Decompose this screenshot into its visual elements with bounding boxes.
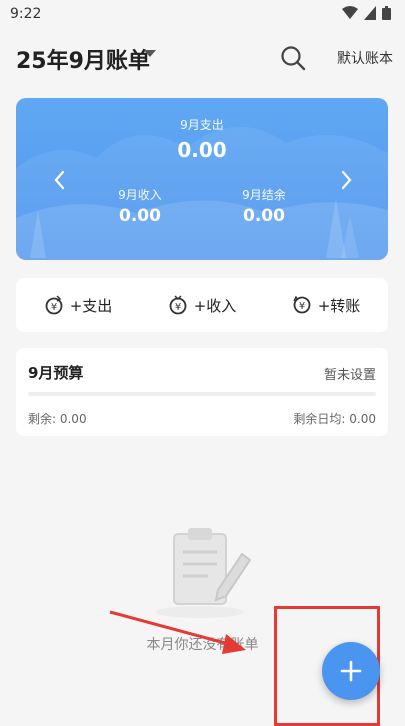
add-income-button[interactable]: ¥ +收入 — [168, 295, 237, 316]
add-bill-button[interactable] — [322, 642, 380, 700]
status-time: 9:22 — [10, 6, 42, 22]
svg-text:¥: ¥ — [51, 302, 57, 313]
add-expense-label: +支出 — [69, 296, 113, 315]
ledger-selector[interactable]: 默认账本 — [337, 48, 393, 68]
budget-setting-link[interactable]: 暂未设置 — [324, 364, 376, 383]
income-label: 9月收入 — [118, 188, 162, 202]
status-icons — [342, 6, 391, 20]
budget-card[interactable]: 9月预算 暂未设置 剩余: 0.00 剩余日均: 0.00 — [16, 348, 388, 436]
annotation-arrow — [109, 610, 246, 654]
add-transfer-button[interactable]: ¥ +转账 — [292, 295, 361, 316]
plus-icon — [340, 660, 362, 682]
add-income-label: +收入 — [193, 296, 237, 315]
add-expense-button[interactable]: ¥ +支出 — [44, 295, 113, 316]
search-icon[interactable] — [279, 44, 307, 72]
page-title[interactable]: 25年9月账单 — [16, 43, 150, 75]
budget-remaining: 剩余: 0.00 — [28, 412, 87, 426]
quick-actions: ¥ +支出 ¥ +收入 ¥ +转账 — [16, 278, 388, 332]
balance-value: 0.00 — [243, 206, 285, 226]
chevron-right-icon[interactable] — [336, 168, 356, 192]
summary-card: 9月支出 0.00 9月收入 0.00 9月结余 0.00 — [16, 98, 388, 260]
header: 25年9月账单 默认账本 — [0, 36, 405, 80]
income-value: 0.00 — [119, 206, 161, 226]
expense-icon: ¥ — [45, 295, 63, 315]
svg-text:¥: ¥ — [175, 302, 181, 313]
chevron-left-icon[interactable] — [50, 168, 70, 192]
add-transfer-label: +转账 — [317, 296, 361, 315]
transfer-icon: ¥ — [293, 295, 311, 314]
income-icon: ¥ — [169, 295, 187, 315]
budget-daily-remaining: 剩余日均: 0.00 — [293, 412, 376, 426]
expense-label: 9月支出 — [180, 118, 224, 132]
signal-icon — [364, 6, 376, 20]
budget-progress-bar — [28, 392, 376, 396]
caret-down-icon[interactable] — [144, 50, 156, 58]
empty-clipboard-icon — [156, 528, 252, 618]
budget-title: 9月预算 — [28, 364, 84, 382]
wifi-icon — [342, 6, 358, 19]
balance-label: 9月结余 — [242, 188, 286, 202]
svg-text:¥: ¥ — [299, 301, 305, 312]
expense-value: 0.00 — [177, 138, 227, 162]
battery-icon — [382, 6, 391, 20]
status-bar: 9:22 — [0, 0, 405, 30]
